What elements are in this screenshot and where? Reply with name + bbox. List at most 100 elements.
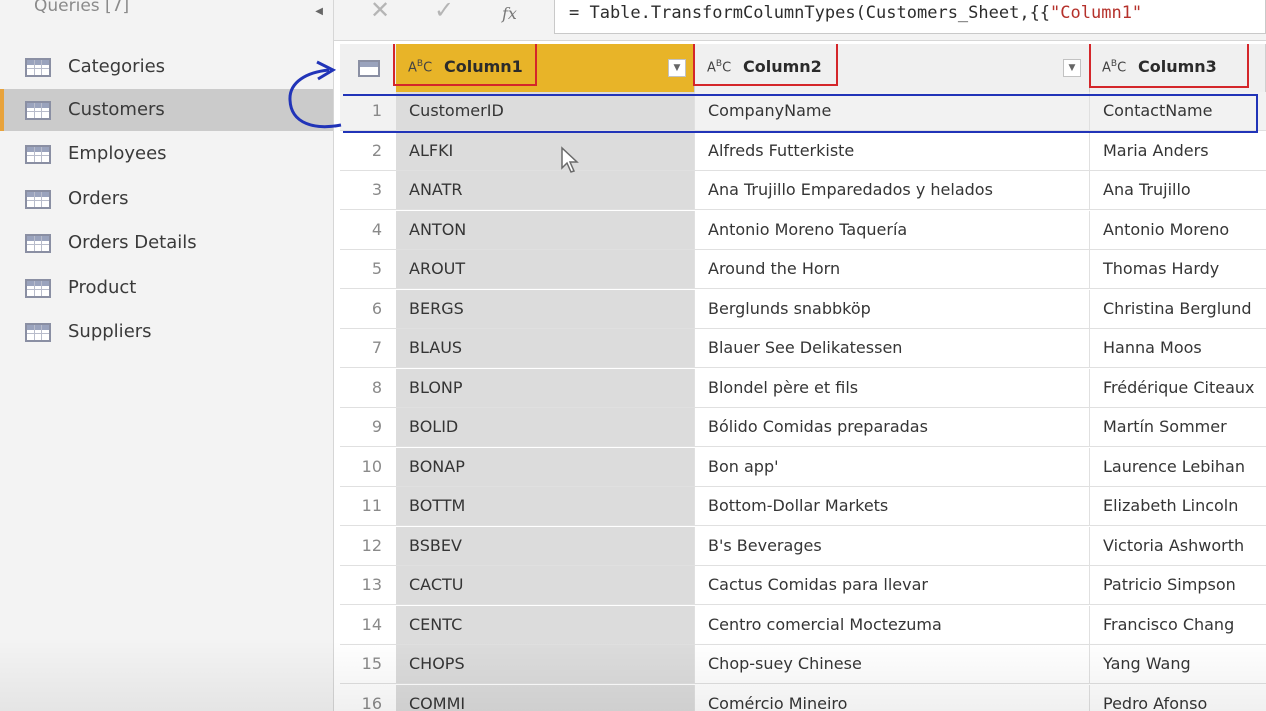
annotation-arrow bbox=[288, 60, 342, 129]
table-options-button[interactable] bbox=[340, 44, 396, 92]
cell-column3[interactable]: Maria Anders bbox=[1090, 132, 1266, 170]
query-item-product[interactable]: Product bbox=[0, 267, 333, 309]
cell-column2[interactable]: Comércio Mineiro bbox=[695, 684, 1090, 711]
cell-column3[interactable]: Hanna Moos bbox=[1090, 329, 1266, 367]
cell-column3[interactable]: Laurence Lebihan bbox=[1090, 448, 1266, 486]
cell-column2[interactable]: Centro comercial Moctezuma bbox=[695, 605, 1090, 644]
row-number: 12 bbox=[361, 535, 382, 555]
cell-column3[interactable]: Frédérique Citeaux bbox=[1090, 369, 1266, 407]
cell-column1[interactable]: BONAP bbox=[396, 447, 695, 486]
cell-column2[interactable]: Chop-suey Chinese bbox=[695, 645, 1090, 683]
row-number: 11 bbox=[361, 496, 382, 515]
cell-column1[interactable]: ALFKI bbox=[396, 131, 695, 170]
table-row: 6 BERGS Berglunds snabbköp Christina Berglu… bbox=[340, 289, 1266, 329]
query-item-employees[interactable]: Employees bbox=[0, 133, 333, 175]
collapse-pane-icon[interactable]: ◀ bbox=[315, 6, 323, 17]
cell-column3[interactable]: Patricio Simpson bbox=[1090, 566, 1266, 604]
formula-string-literal: "Column1" bbox=[1050, 3, 1143, 23]
queries-pane: Queries [7] ◀ Categories Customers Emplo… bbox=[0, 0, 334, 711]
cell-column1[interactable]: CACTU bbox=[396, 566, 695, 604]
query-item-orders-details[interactable]: Orders Details bbox=[0, 222, 333, 264]
table-row: 3 ANATR Ana Trujillo Emparedados y helados… bbox=[340, 171, 1266, 210]
cell-column3[interactable]: Yang Wang bbox=[1090, 645, 1266, 683]
table-icon bbox=[25, 190, 51, 209]
cell-column1[interactable]: CENTC bbox=[396, 605, 695, 644]
cancel-icon[interactable]: ✕ bbox=[370, 0, 390, 24]
cell-column2[interactable]: Blauer See Delikatessen bbox=[695, 329, 1090, 367]
query-item-label: Orders Details bbox=[68, 232, 197, 253]
commit-icon[interactable]: ✓ bbox=[434, 0, 454, 24]
query-item-label: Categories bbox=[68, 56, 166, 77]
mouse-cursor-icon bbox=[561, 146, 579, 173]
fx-icon[interactable]: fx bbox=[502, 4, 517, 23]
cell-column2[interactable]: Blondel père et fils bbox=[695, 368, 1090, 407]
cell-column2[interactable]: Antonio Moreno Taquería bbox=[695, 210, 1090, 249]
cell-column2[interactable]: Cactus Comidas para llevar bbox=[695, 566, 1090, 604]
cell-column3[interactable]: Pedro Afonso bbox=[1090, 685, 1266, 711]
cell-column2[interactable]: Bólido Comidas preparadas bbox=[695, 408, 1090, 446]
table-icon bbox=[25, 58, 51, 77]
table-row: 5 AROUT Around the Horn Thomas Hardy bbox=[340, 250, 1266, 289]
cell-column3[interactable]: Ana Trujillo bbox=[1090, 171, 1266, 209]
row-number: 9 bbox=[371, 417, 382, 436]
cell-column3[interactable]: Elizabeth Lincoln bbox=[1090, 487, 1266, 525]
column-header-row: ABC Column1 ▼ ABC Column2 ▼ ABC Column3 bbox=[340, 44, 1266, 93]
table-icon bbox=[25, 145, 51, 164]
formula-input[interactable]: = Table.TransformColumnTypes(Customers_S… bbox=[554, 0, 1266, 34]
table-row: 15 CHOPS Chop-suey Chinese Yang Wang bbox=[340, 645, 1266, 684]
cell-column2[interactable]: Bon app' bbox=[695, 447, 1090, 486]
cell-column2[interactable]: Berglunds snabbköp bbox=[695, 289, 1090, 328]
cell-column1[interactable]: ANATR bbox=[396, 171, 695, 209]
cell-column3[interactable]: Martín Sommer bbox=[1090, 408, 1266, 446]
query-item-label: Product bbox=[68, 277, 137, 298]
cell-column1[interactable]: BOLID bbox=[396, 408, 695, 446]
table-icon bbox=[25, 234, 51, 253]
query-item-label: Orders bbox=[68, 188, 129, 209]
row-number: 4 bbox=[371, 219, 382, 239]
cell-column3[interactable]: Antonio Moreno bbox=[1090, 211, 1266, 249]
cell-column3[interactable]: Christina Berglund bbox=[1090, 290, 1266, 328]
row-number: 2 bbox=[371, 140, 382, 160]
row-number: 8 bbox=[371, 377, 382, 397]
row-number: 10 bbox=[361, 456, 382, 476]
cell-column1[interactable]: BLAUS bbox=[396, 329, 695, 367]
cell-column1[interactable]: BOTTM bbox=[396, 487, 695, 525]
cell-column2[interactable]: Alfreds Futterkiste bbox=[695, 131, 1090, 170]
cell-column1[interactable]: BLONP bbox=[396, 368, 695, 407]
queries-header: Queries [7] bbox=[34, 0, 130, 16]
row-number: 5 bbox=[371, 259, 382, 278]
table-row: 2 ALFKI Alfreds Futterkiste Maria Anders bbox=[340, 131, 1266, 171]
cell-column1[interactable]: CHOPS bbox=[396, 645, 695, 683]
cell-column1[interactable]: ANTON bbox=[396, 210, 695, 249]
annotation-red-box bbox=[1089, 44, 1249, 88]
cell-column1[interactable]: AROUT bbox=[396, 250, 695, 288]
table-row: 11 BOTTM Bottom-Dollar Markets Elizabeth Li… bbox=[340, 487, 1266, 526]
query-item-orders[interactable]: Orders bbox=[0, 178, 333, 220]
row-number: 7 bbox=[371, 338, 382, 357]
cell-column2[interactable]: Bottom-Dollar Markets bbox=[695, 487, 1090, 525]
filter-dropdown-icon[interactable]: ▼ bbox=[668, 59, 686, 77]
query-item-suppliers[interactable]: Suppliers bbox=[0, 311, 333, 353]
row-number: 16 bbox=[361, 693, 382, 711]
cell-column3[interactable]: Victoria Ashworth bbox=[1090, 527, 1266, 565]
cell-column1[interactable]: BSBEV bbox=[396, 526, 695, 565]
data-grid: ABC Column1 ▼ ABC Column2 ▼ ABC Column3 … bbox=[340, 44, 1266, 711]
formula-bar: ✕ ✓ fx = Table.TransformColumnTypes(Cust… bbox=[334, 0, 1266, 41]
row-number: 13 bbox=[361, 575, 382, 594]
cell-column3[interactable]: Thomas Hardy bbox=[1090, 250, 1266, 288]
table-row: 4 ANTON Antonio Moreno Taquería Antonio Mor… bbox=[340, 210, 1266, 250]
cell-column2[interactable]: Around the Horn bbox=[695, 250, 1090, 288]
cell-column3[interactable]: Francisco Chang bbox=[1090, 606, 1266, 644]
table-row: 7 BLAUS Blauer See Delikatessen Hanna Moos bbox=[340, 329, 1266, 368]
cell-column2[interactable]: B's Beverages bbox=[695, 526, 1090, 565]
query-item-customers[interactable]: Customers bbox=[0, 89, 333, 131]
cell-column2[interactable]: Ana Trujillo Emparedados y helados bbox=[695, 171, 1090, 209]
row-number: 3 bbox=[371, 180, 382, 199]
cell-column1[interactable]: BERGS bbox=[396, 289, 695, 328]
table-row: 16 COMMI Comércio Mineiro Pedro Afonso bbox=[340, 684, 1266, 711]
query-item-label: Employees bbox=[68, 143, 167, 164]
table-row: 8 BLONP Blondel père et fils Frédérique Cit… bbox=[340, 368, 1266, 408]
filter-dropdown-icon[interactable]: ▼ bbox=[1063, 59, 1081, 77]
query-item-categories[interactable]: Categories bbox=[0, 46, 333, 88]
cell-column1[interactable]: COMMI bbox=[396, 684, 695, 711]
